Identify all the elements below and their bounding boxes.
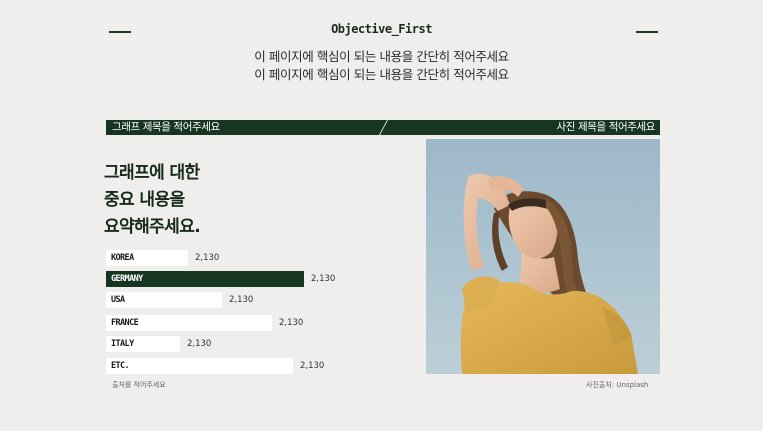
woman-photo <box>426 139 660 374</box>
chart-row: GERMANY 2,130 <box>106 271 366 287</box>
subtitle-line-1: 이 페이지에 핵심이 되는 내용을 간단히 적어주세요 <box>254 49 509 64</box>
chart-value-label: 2,130 <box>311 274 336 284</box>
chart-value-label: 2,130 <box>300 361 325 371</box>
chart-value-label: 2,130 <box>195 253 220 263</box>
headline-line-2: 중요 내용을 <box>104 190 185 210</box>
chart-value-label: 2,130 <box>187 339 212 349</box>
graph-title-bar: 그래프 제목을 적어주세요 <box>106 120 387 135</box>
chart-bar <box>106 358 293 374</box>
chart-row: FRANCE 2,130 <box>106 315 366 331</box>
chart-value-label: 2,130 <box>279 318 304 328</box>
chart-row: USA 2,130 <box>106 292 366 308</box>
headline-line-3: 요약해주세요. <box>104 217 201 237</box>
chart-row: ITALY 2,130 <box>106 336 366 352</box>
subtitle-line-2: 이 페이지에 핵심이 되는 내용을 간단히 적어주세요 <box>254 67 509 82</box>
headline-line-1: 그래프에 대한 <box>104 163 200 183</box>
chart-row: KOREA 2,130 <box>106 250 366 266</box>
chart-category-label: KOREA <box>111 253 134 263</box>
chart-source: 출처를 적어주세요 <box>112 381 166 389</box>
chart-category-label: ITALY <box>111 339 134 349</box>
bar-chart: KOREA 2,130 GERMANY 2,130 USA 2,130 FRANCE 2,13… <box>106 250 366 376</box>
photo-credit: 사진출처: Unsplash <box>586 381 649 389</box>
chart-category-label: GERMANY <box>111 274 143 284</box>
photo-title-bar: 사진 제목을 적어주세요 <box>380 120 660 135</box>
woman-photo-illustration <box>426 139 660 374</box>
graph-title: 그래프 제목을 적어주세요 <box>112 121 220 133</box>
chart-value-label: 2,130 <box>229 295 254 305</box>
chart-category-label: FRANCE <box>111 318 139 328</box>
photo-title: 사진 제목을 적어주세요 <box>556 121 656 133</box>
chart-category-label: USA <box>111 295 125 305</box>
chart-row: ETC. 2,130 <box>106 358 366 374</box>
slide-title: Objective_First <box>331 22 432 36</box>
chart-category-label: ETC. <box>111 361 130 371</box>
